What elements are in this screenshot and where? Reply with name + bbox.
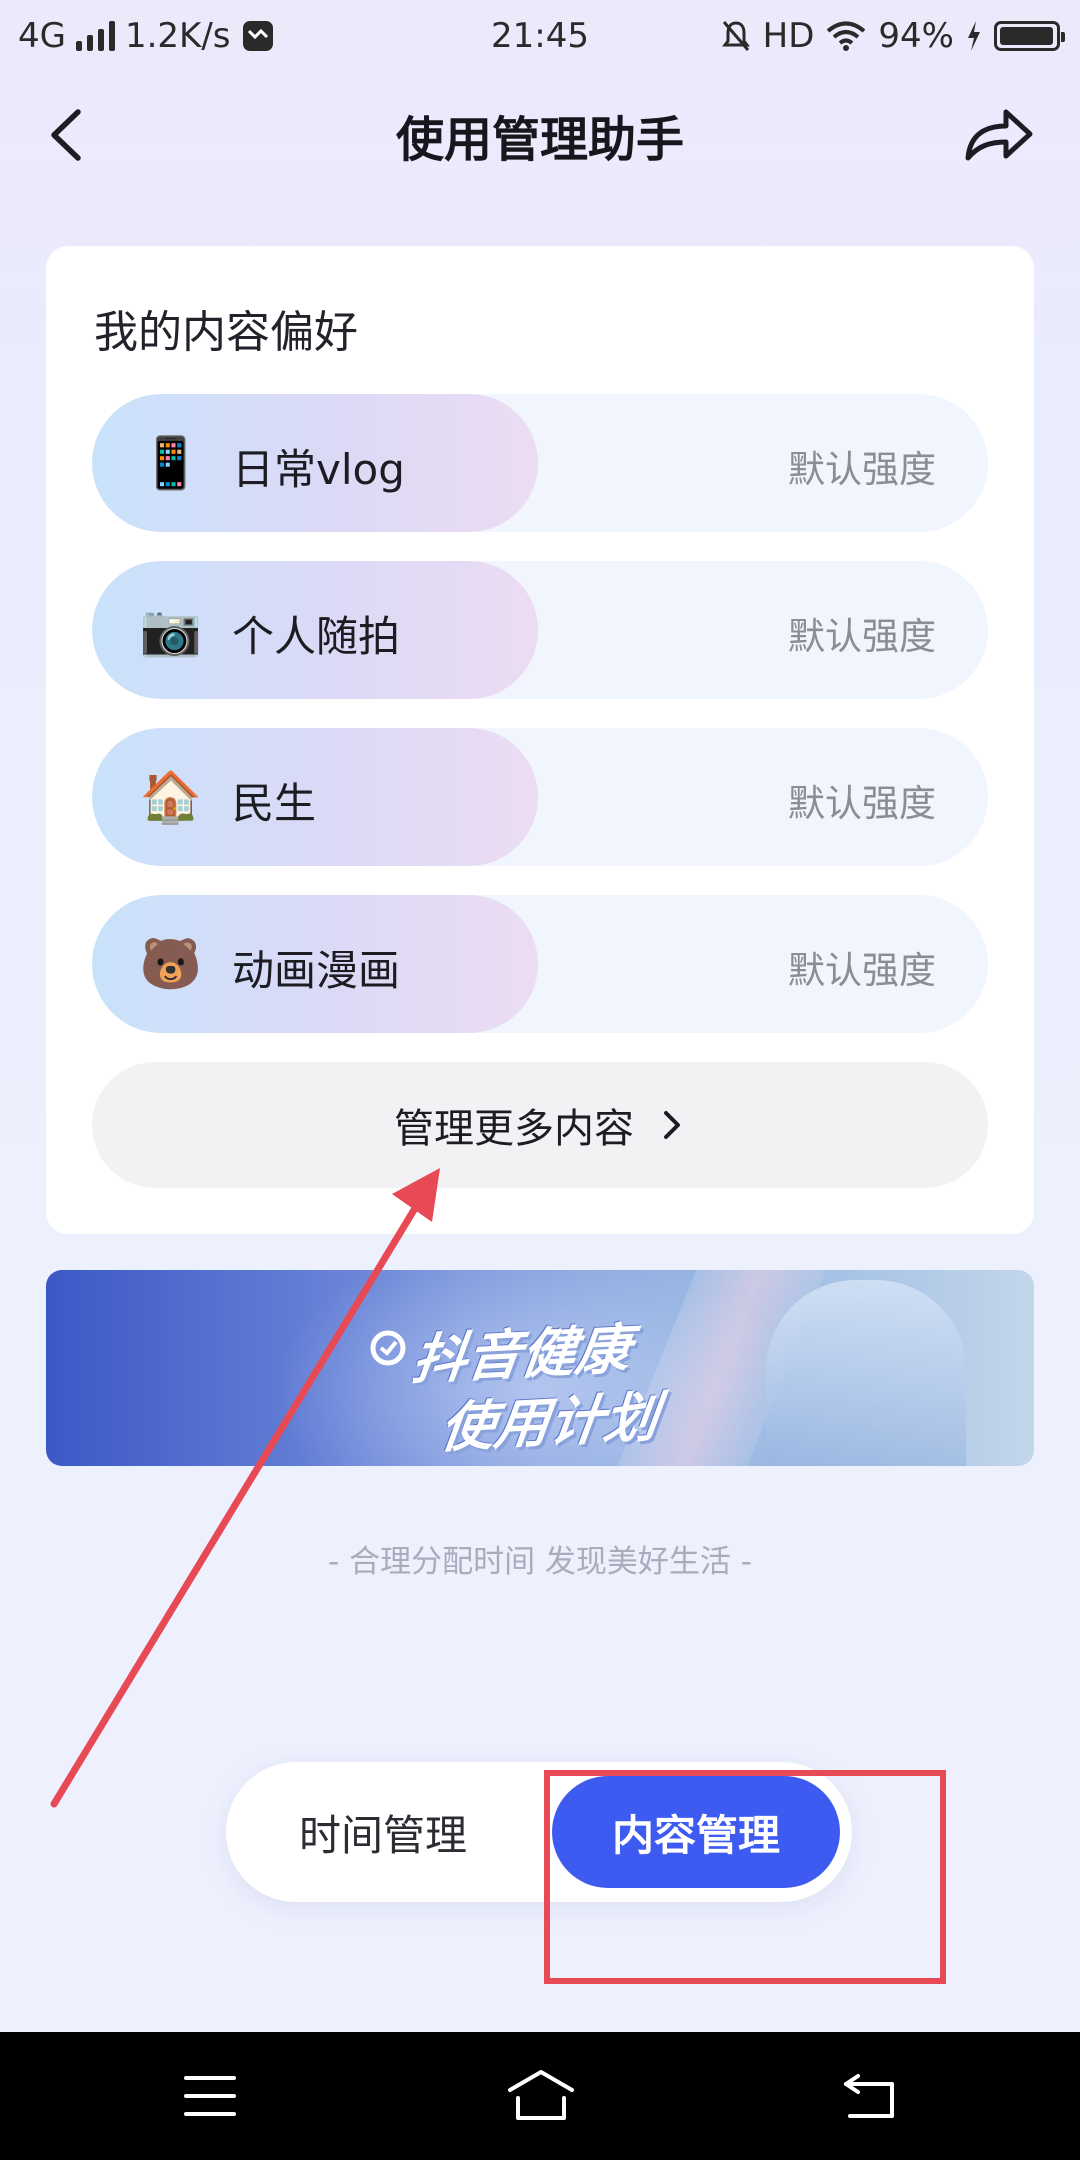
status-right: HD 94% [721, 16, 1065, 56]
manage-more-button[interactable]: 管理更多内容 [92, 1062, 988, 1188]
battery-percent: 94% [878, 16, 954, 56]
preference-level[interactable]: 默认强度 [788, 773, 936, 827]
preference-level[interactable]: 默认强度 [788, 940, 936, 994]
back-icon[interactable] [840, 2070, 900, 2122]
status-bar: 4G 1.2K/s 21:45 HD 94% [0, 0, 1080, 74]
annotation-highlight-box [544, 1770, 946, 1984]
home-icon[interactable] [504, 2068, 578, 2124]
share-icon [965, 109, 1033, 161]
banner-title-line2: 使用计划 [436, 1385, 663, 1460]
preference-label: 动画漫画 [232, 946, 401, 995]
chevron-right-icon [664, 1111, 680, 1139]
hd-label: HD [762, 16, 815, 56]
slogan-text: - 合理分配时间 发现美好生活 - [328, 1544, 752, 1580]
health-plan-banner[interactable]: 抖音健康 使用计划 [46, 1270, 1034, 1466]
share-button[interactable] [958, 100, 1038, 170]
preference-label: 日常vlog [232, 445, 405, 494]
phone-vlog-icon: 📱 [139, 434, 203, 492]
battery-icon [994, 21, 1065, 51]
bear-face-icon: 🐻 [139, 935, 203, 993]
charging-icon [968, 21, 980, 51]
preference-level[interactable]: 默认强度 [788, 439, 936, 493]
preference-label: 个人随拍 [232, 612, 401, 661]
camera-selfie-icon: 📷 [139, 601, 203, 659]
manage-more-label: 管理更多内容 [394, 1106, 634, 1152]
preference-item-selfie[interactable]: 📷 个人随拍 默认强度 [92, 561, 988, 699]
preference-item-anime[interactable]: 🐻 动画漫画 默认强度 [92, 895, 988, 1033]
preference-item-daily-vlog[interactable]: 📱 日常vlog 默认强度 [92, 394, 988, 532]
mute-bell-icon [721, 21, 750, 51]
wifi-icon [827, 21, 866, 51]
check-circle-icon [370, 1330, 406, 1366]
preferences-title: 我的内容偏好 [94, 307, 358, 358]
system-nav-bar [0, 2032, 1080, 2160]
menu-icon[interactable] [182, 2072, 238, 2120]
preference-level[interactable]: 默认强度 [788, 606, 936, 660]
tab-time-management[interactable]: 时间管理 [226, 1762, 540, 1902]
house-hand-icon: 🏠 [139, 768, 203, 826]
page-title: 使用管理助手 [395, 112, 684, 168]
preference-item-livelihood[interactable]: 🏠 民生 默认强度 [92, 728, 988, 866]
preference-label: 民生 [232, 779, 317, 828]
